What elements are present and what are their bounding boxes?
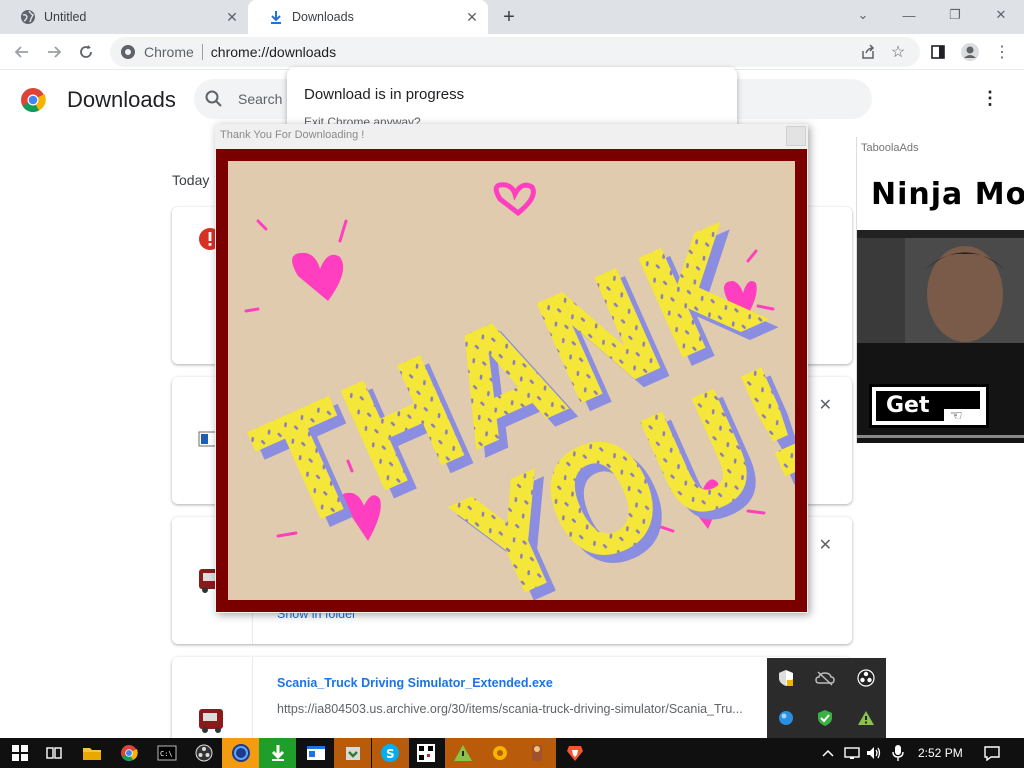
ad-headline[interactable]: Ninja Mov	[871, 177, 1024, 212]
brave-taskbar-icon[interactable]	[563, 741, 587, 765]
close-icon[interactable]: ✕	[224, 9, 240, 25]
ad-cta-button[interactable]: Get ☜	[869, 384, 989, 428]
remove-download-icon[interactable]: ✕	[819, 395, 832, 415]
chrome-taskbar-icon[interactable]	[117, 741, 141, 765]
windows-taskbar: C:\ S 2:52 PM	[0, 738, 1024, 768]
chrome-logo-icon	[20, 87, 46, 113]
tab-downloads[interactable]: Downloads ✕	[248, 0, 488, 34]
heart-icon	[292, 252, 344, 301]
warning-triangle-icon[interactable]	[856, 708, 876, 728]
terminal-icon[interactable]: C:\	[155, 741, 179, 765]
new-tab-button[interactable]: +	[498, 6, 520, 28]
forward-button[interactable]	[42, 40, 66, 64]
minimize-button[interactable]: —	[886, 0, 932, 30]
back-button[interactable]	[10, 40, 34, 64]
share-icon[interactable]	[856, 40, 880, 64]
notifications-icon[interactable]	[980, 741, 1004, 765]
profile-avatar[interactable]	[958, 40, 982, 64]
ad-video-image[interactable]: Get ☜	[857, 230, 1024, 443]
onedrive-offline-icon[interactable]	[815, 668, 835, 688]
globe-icon	[20, 9, 36, 25]
address-bar[interactable]: Chrome chrome://downloads	[110, 37, 920, 67]
chrome-icon	[120, 44, 136, 60]
reload-button[interactable]	[74, 40, 98, 64]
ad-cta-label: Get	[876, 391, 944, 421]
tab-title: Downloads	[292, 10, 354, 24]
truck-app-icon	[196, 703, 228, 735]
thank-you-illustration: THANK YOU! THANK THANK YOU! YOU!	[228, 161, 795, 600]
page-title: Downloads	[67, 87, 176, 112]
dialog-title: Download is in progress	[304, 86, 465, 103]
search-icon	[204, 89, 224, 109]
popup-frame: THANK YOU! THANK THANK YOU! YOU!	[216, 149, 807, 612]
date-group-label: Today	[172, 172, 210, 188]
popup-close-button[interactable]	[786, 126, 806, 146]
svg-text:S: S	[386, 747, 395, 761]
task-view-icon[interactable]	[42, 741, 66, 765]
obs-taskbar-icon[interactable]	[192, 741, 216, 765]
security-shield-icon[interactable]	[776, 668, 796, 688]
show-hidden-icons-chevron[interactable]	[816, 741, 840, 765]
bookmark-star-icon[interactable]: ☆	[886, 40, 910, 64]
microphone-icon[interactable]	[886, 741, 910, 765]
url-text[interactable]: chrome://downloads	[211, 44, 336, 60]
download-icon	[268, 9, 284, 25]
qr-app-taskbar-icon[interactable]	[414, 741, 438, 765]
tab-strip: Untitled ✕ Downloads ✕ + ⌄ — ❐ ✕	[0, 0, 1024, 34]
pointer-hand-icon: ☜	[950, 407, 963, 423]
warning-app-taskbar-icon[interactable]	[451, 741, 475, 765]
volume-icon[interactable]	[862, 741, 886, 765]
popup-title: Thank You For Downloading !	[220, 129, 365, 141]
ad-label: TaboolaAds	[861, 142, 919, 154]
downloader-taskbar-icon[interactable]	[266, 741, 290, 765]
menu-kebab-icon[interactable]: ⋮	[990, 40, 1014, 64]
windows-start-icon[interactable]	[8, 741, 32, 765]
site-name: Chrome	[144, 44, 194, 60]
tray-overflow-flyout	[767, 658, 886, 738]
system-clock[interactable]: 2:52 PM	[918, 738, 963, 768]
download-source-url[interactable]: https://ia804503.us.archive.org/30/items…	[277, 702, 767, 716]
close-window-button[interactable]: ✕	[978, 0, 1024, 30]
download-card: Scania_Truck Driving Simulator_Extended.…	[172, 657, 852, 747]
taboola-ad[interactable]: TaboolaAds Ninja Mov Get ☜	[856, 137, 1024, 443]
gear-app-taskbar-icon[interactable]	[488, 741, 512, 765]
skype-taskbar-icon[interactable]: S	[378, 741, 402, 765]
antivirus-check-icon[interactable]	[815, 708, 835, 728]
browser-orb-taskbar-icon[interactable]	[229, 741, 253, 765]
browser-toolbar: Chrome chrome://downloads ☆ ⋮	[0, 34, 1024, 70]
restore-button[interactable]: ❐	[932, 0, 978, 30]
side-panel-icon[interactable]	[926, 40, 950, 64]
thank-you-popup: Thank You For Downloading ! THANK YOU! T…	[215, 124, 808, 613]
remove-download-icon[interactable]: ✕	[819, 535, 832, 555]
character-app-taskbar-icon[interactable]	[525, 741, 549, 765]
file-explorer-icon[interactable]	[80, 741, 104, 765]
svg-text:C:\: C:\	[160, 750, 173, 758]
more-actions-icon[interactable]: ⋮	[980, 88, 1000, 110]
tab-untitled[interactable]: Untitled ✕	[0, 0, 248, 34]
installer-taskbar-icon[interactable]	[341, 741, 365, 765]
obs-icon[interactable]	[856, 668, 876, 688]
app-window-taskbar-icon[interactable]	[304, 741, 328, 765]
close-icon[interactable]: ✕	[464, 9, 480, 25]
download-file-name[interactable]: Scania_Truck Driving Simulator_Extended.…	[277, 676, 553, 690]
network-icon[interactable]	[840, 741, 864, 765]
search-placeholder: Search d	[238, 91, 295, 107]
heart-icon	[493, 182, 536, 217]
tab-search-icon[interactable]: ⌄	[840, 0, 886, 30]
tab-title: Untitled	[44, 10, 87, 24]
download-in-progress-dialog: Download is in progress Exit Chrome anyw…	[287, 67, 737, 131]
blue-orb-icon[interactable]	[776, 708, 796, 728]
